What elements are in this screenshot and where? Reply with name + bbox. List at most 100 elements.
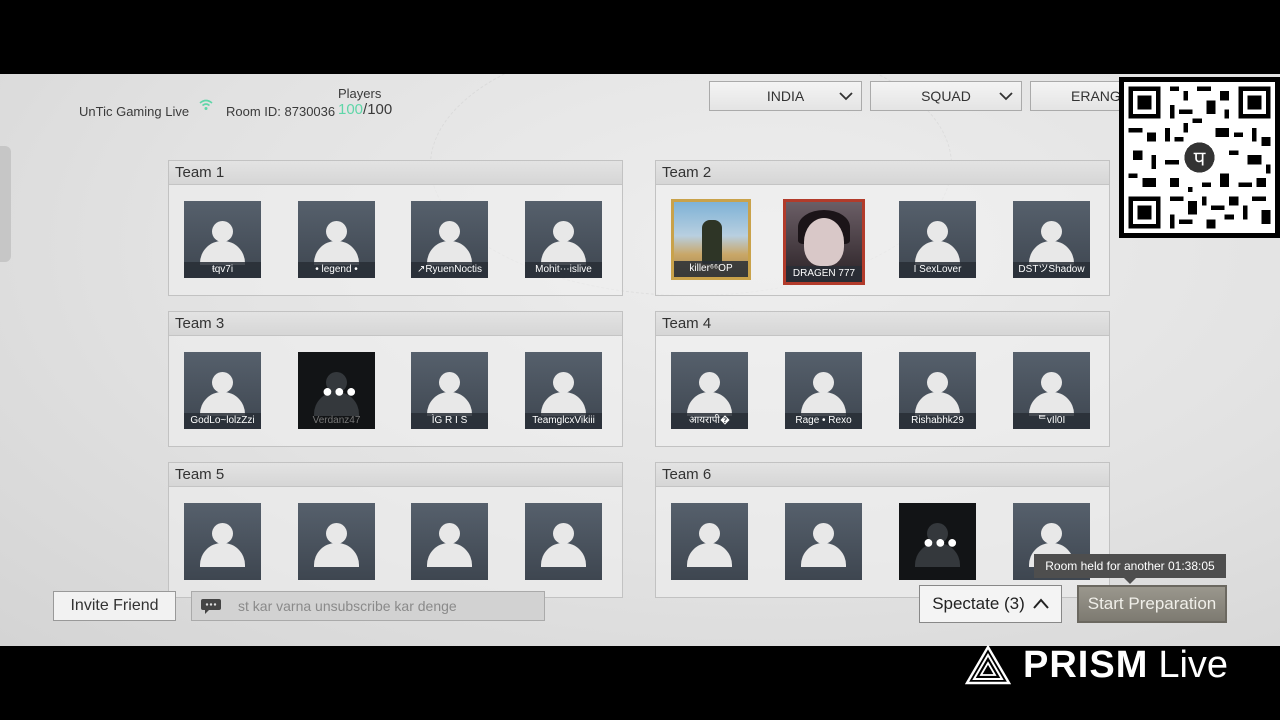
player-slot[interactable]: I SexLover xyxy=(899,201,976,278)
player-name: I SexLover xyxy=(899,262,976,278)
player-name: killer⁶⁶OP xyxy=(674,261,748,277)
player-slot[interactable]: Rishabhk29 xyxy=(899,352,976,429)
chevron-down-icon xyxy=(999,92,1013,101)
avatar-placeholder-icon xyxy=(326,523,347,544)
team-card: Team 3 GodLᴏ~lolzZzi ●●● Verdanz47 ÌG R I… xyxy=(168,311,623,447)
team-card: Team 4 आयरापी� Rage • Rexo Rishabhk29 ᄐv… xyxy=(655,311,1110,447)
player-name: Rage • Rexo xyxy=(785,413,862,429)
player-slot[interactable]: आयरापी� xyxy=(671,352,748,429)
player-slot[interactable] xyxy=(411,503,488,580)
player-slot[interactable]: ÌG R I S xyxy=(411,352,488,429)
player-name: GodLᴏ~lolzZzi xyxy=(184,413,261,429)
players-current: 100 xyxy=(338,101,364,118)
player-slot[interactable]: DRAGEN 777 xyxy=(783,199,865,285)
player-count: Players 100/100 xyxy=(338,86,392,118)
team-title: Team 3 xyxy=(169,312,622,336)
avatar-placeholder-icon xyxy=(699,372,720,393)
avatar-placeholder-icon xyxy=(439,523,460,544)
players-max: /100 xyxy=(363,101,393,118)
players-label: Players xyxy=(338,86,382,101)
player-name: • legend • xyxy=(298,262,375,278)
player-photo xyxy=(702,220,722,264)
team-card: Team 5 xyxy=(168,462,623,598)
avatar-placeholder-icon xyxy=(439,372,460,393)
chat-input[interactable]: st kar varna unsubscribe kar denge xyxy=(191,591,545,621)
qr-code: प xyxy=(1119,77,1280,238)
player-name: ŧqv7i xyxy=(184,262,261,278)
player-slot[interactable]: TeamglcxVikiii xyxy=(525,352,602,429)
player-name: Verdanz47 xyxy=(312,415,361,426)
team-title: Team 2 xyxy=(656,161,1109,185)
prism-live-watermark: PRISM Live xyxy=(965,643,1229,686)
invite-friend-button[interactable]: Invite Friend xyxy=(53,591,176,621)
team-card: Team 2 killer⁶⁶OP DRAGEN 777 I SexLover … xyxy=(655,160,1110,296)
player-slot[interactable]: ŧqv7i xyxy=(184,201,261,278)
player-slot[interactable]: GodLᴏ~lolzZzi xyxy=(184,352,261,429)
mode-value: SQUAD xyxy=(921,88,971,104)
player-slot[interactable] xyxy=(671,503,748,580)
player-name: Mohit⋯islive xyxy=(525,262,602,278)
player-slot[interactable] xyxy=(298,503,375,580)
player-photo xyxy=(804,218,844,266)
channel-name: UnTic Gaming Live xyxy=(79,103,190,119)
brand-suffix: Live xyxy=(1158,643,1229,686)
avatar-placeholder-icon xyxy=(553,372,574,393)
side-drawer-handle[interactable] xyxy=(0,146,11,262)
player-name: ᄐvIl0I xyxy=(1013,413,1090,429)
player-name: ÌG R I S xyxy=(411,413,488,429)
player-slot[interactable]: Mohit⋯islive xyxy=(525,201,602,278)
mode-dropdown[interactable]: SQUAD xyxy=(870,81,1022,111)
region-value: INDIA xyxy=(766,88,805,104)
chevron-down-icon xyxy=(839,92,853,101)
avatar-placeholder-icon xyxy=(212,372,233,393)
player-slot[interactable]: DSTツShadow xyxy=(1013,201,1090,278)
player-name: DSTツShadow xyxy=(1013,262,1090,278)
avatar-placeholder-icon xyxy=(927,221,948,242)
chat-text: st kar varna unsubscribe kar denge xyxy=(238,598,457,614)
prism-logo-icon xyxy=(965,645,1011,685)
letterbox-top xyxy=(0,0,1280,74)
avatar-placeholder-icon xyxy=(813,523,834,544)
team-title: Team 4 xyxy=(656,312,1109,336)
avatar-placeholder-icon xyxy=(813,372,834,393)
team-title: Team 6 xyxy=(656,463,1109,487)
player-slot[interactable]: • legend • xyxy=(298,201,375,278)
player-slot[interactable]: Rage • Rexo xyxy=(785,352,862,429)
team-title: Team 1 xyxy=(169,161,622,185)
spectate-button[interactable]: Spectate (3) xyxy=(919,585,1062,623)
avatar-placeholder-icon xyxy=(1041,523,1062,544)
player-slot[interactable]: ↗RyuenNoctis xyxy=(411,201,488,278)
loading-dots-icon: ●●● xyxy=(322,381,358,401)
avatar-placeholder-icon xyxy=(1041,221,1062,242)
team-title: Team 5 xyxy=(169,463,622,487)
player-slot[interactable]: ᄐvIl0I xyxy=(1013,352,1090,429)
player-slot[interactable]: ●●● Verdanz47 xyxy=(298,352,375,429)
qr-code-image: प xyxy=(1124,82,1275,233)
avatar-placeholder-icon xyxy=(553,523,574,544)
region-dropdown[interactable]: INDIA xyxy=(709,81,862,111)
player-slot[interactable] xyxy=(785,503,862,580)
start-preparation-button[interactable]: Start Preparation xyxy=(1077,585,1227,623)
player-slot[interactable]: ●●● xyxy=(899,503,976,580)
avatar-placeholder-icon xyxy=(553,221,574,242)
player-slot[interactable] xyxy=(184,503,261,580)
player-name: आयरापी� xyxy=(671,413,748,429)
player-name: Rishabhk29 xyxy=(899,413,976,429)
map-dropdown[interactable]: ERANGEL xyxy=(1030,81,1138,111)
avatar-placeholder-icon xyxy=(1041,372,1062,393)
lobby-room: UnTic Gaming Live Room ID: 8730036 Playe… xyxy=(0,74,1280,646)
avatar-placeholder-icon xyxy=(927,372,948,393)
avatar-placeholder-icon xyxy=(699,523,720,544)
avatar-placeholder-icon xyxy=(439,221,460,242)
chat-bubble-icon xyxy=(201,599,221,614)
player-name: DRAGEN 777 xyxy=(786,266,862,282)
room-id: Room ID: 8730036 xyxy=(226,103,336,119)
chevron-up-icon xyxy=(1033,598,1049,609)
player-name: TeamglcxVikiii xyxy=(525,413,602,429)
player-slot[interactable]: killer⁶⁶OP xyxy=(671,199,751,280)
team-card: Team 1 ŧqv7i • legend • ↗RyuenNoctis Moh… xyxy=(168,160,623,296)
phonepe-logo-icon: प xyxy=(1194,147,1206,171)
room-held-tooltip: Room held for another 01:38:05 xyxy=(1034,554,1226,584)
wifi-icon xyxy=(199,99,213,110)
player-slot[interactable] xyxy=(525,503,602,580)
